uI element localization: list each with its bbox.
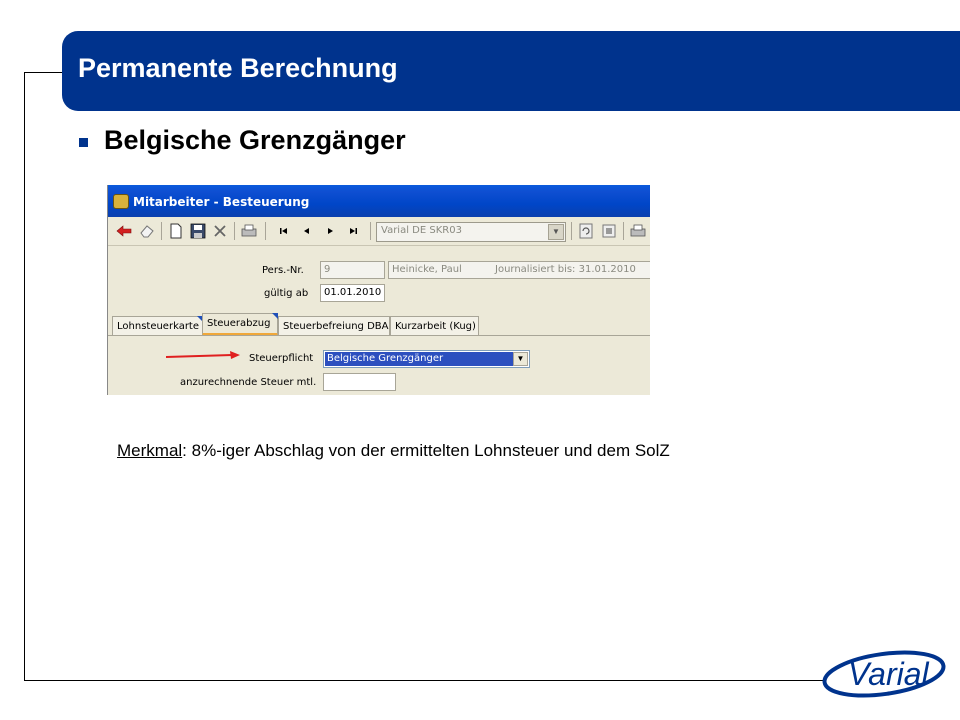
chevron-down-icon[interactable]: ▼ [548,224,564,240]
toolbar: Varial DE SKR03 ▼ [108,217,650,246]
frame-line-bottom [24,680,824,681]
employee-name-value: Heinicke, Paul [392,264,462,275]
toolbar-separator [265,222,266,240]
merkmal-text: : 8%-iger Abschlag von der ermittelten L… [182,441,670,460]
app-icon [113,194,129,209]
delete-icon[interactable] [210,221,230,241]
merkmal-note: Merkmal: 8%-iger Abschlag von der ermitt… [117,441,670,461]
tab-label: Lohnsteuerkarte [117,321,200,332]
tab-label: Kurzarbeit (Kug) [395,321,476,332]
client-combobox-value: Varial DE SKR03 [381,225,462,236]
pers-nr-field[interactable]: 9 [320,261,385,279]
gueltig-ab-field[interactable]: 01.01.2010 [320,284,385,302]
toolbar-separator [571,222,572,240]
client-combobox[interactable]: Varial DE SKR03 ▼ [376,222,566,242]
red-arrow-icon [166,351,240,359]
tab-steuerbefreiung-dba[interactable]: Steuerbefreiung DBA [278,316,390,336]
slide-title: Permanente Berechnung [78,53,398,83]
new-document-icon[interactable] [166,221,186,241]
journal-status-value: Journalisiert bis: 31.01.2010 [495,264,636,275]
gueltig-ab-value: 01.01.2010 [324,287,382,298]
steuerpflicht-label: Steuerpflicht [249,353,314,364]
tab-label: Steuerabzug [207,318,271,329]
print-icon[interactable] [239,221,259,241]
bullet-square-icon [79,138,88,147]
slide-subtitle: Belgische Grenzgänger [104,125,406,155]
frame-line-left [24,72,25,680]
toolbar-separator [370,222,371,240]
refresh-icon[interactable] [576,221,596,241]
steuerpflicht-select[interactable]: Belgische Grenzgänger ▼ [323,350,530,368]
varial-logo-text: Varial [848,656,930,692]
previous-record-icon[interactable] [297,221,317,241]
pers-nr-value: 9 [324,264,331,275]
back-arrow-icon[interactable] [114,221,134,241]
gueltig-ab-label: gültig ab [264,288,309,299]
eraser-icon[interactable] [137,221,157,241]
last-record-icon[interactable] [343,221,363,241]
chevron-down-icon[interactable]: ▼ [513,352,528,366]
anzurechnende-steuer-field[interactable] [323,373,396,391]
settings-icon[interactable] [599,221,619,241]
varial-logo: Varial [822,650,946,698]
steuerpflicht-value: Belgische Grenzgänger [325,352,514,366]
printer-icon[interactable] [628,221,648,241]
toolbar-separator [623,222,624,240]
frame-line-top [24,72,64,73]
tab-lohnsteuerkarte[interactable]: Lohnsteuerkarte [112,316,204,336]
tab-kurzarbeit[interactable]: Kurzarbeit (Kug) [390,316,479,336]
tab-label: Steuerbefreiung DBA [283,321,389,332]
toolbar-separator [161,222,162,240]
window-title: Mitarbeiter - Besteuerung [133,195,310,209]
toolbar-separator [234,222,235,240]
title-bar: Permanente Berechnung [62,31,960,111]
tab-steuerabzug[interactable]: Steuerabzug [202,313,278,336]
next-record-icon[interactable] [320,221,340,241]
first-record-icon[interactable] [274,221,294,241]
pers-nr-label: Pers.-Nr. [262,265,304,276]
save-icon[interactable] [188,221,208,241]
employee-name-field: Heinicke, Paul Journalisiert bis: 31.01.… [388,261,650,279]
employee-tax-window: Mitarbeiter - Besteuerung Varial DE SKR0… [107,185,650,395]
tab-strip-divider [108,335,650,336]
merkmal-label: Merkmal [117,441,183,460]
window-titlebar: Mitarbeiter - Besteuerung [108,185,650,217]
anzurechnende-steuer-label: anzurechnende Steuer mtl. [180,377,317,388]
